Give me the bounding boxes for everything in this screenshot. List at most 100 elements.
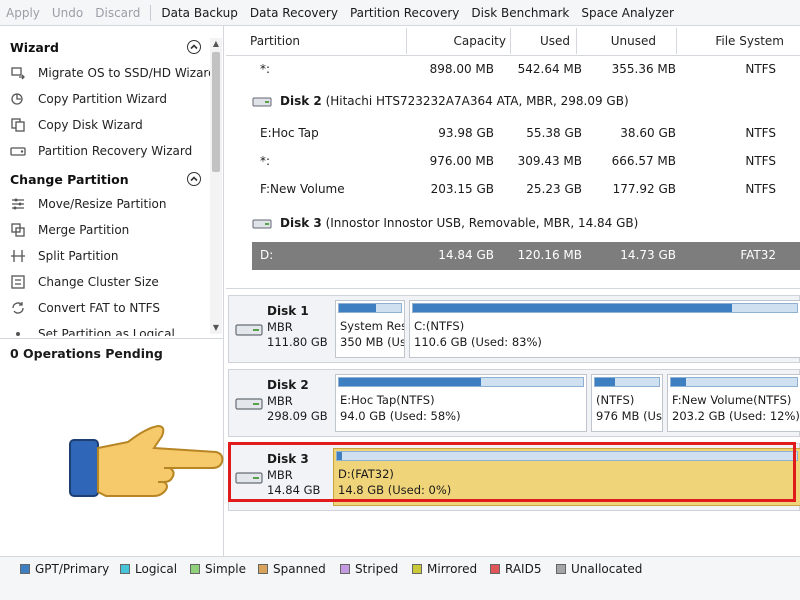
partition-usage: 14.8 GB (Used: 0%) — [338, 483, 452, 497]
table-row[interactable]: *: 976.00 MB 309.43 MB 666.57 MB NTFS — [226, 148, 800, 176]
usage-fill — [671, 378, 687, 386]
sidebar-scroll-thumb[interactable] — [212, 52, 220, 172]
sidebar-item-change-cluster[interactable]: Change Cluster Size — [10, 272, 159, 292]
partition-block[interactable]: E:Hoc Tap(NTFS) 94.0 GB (Used: 58%) — [335, 374, 587, 432]
sidebar-item-copy-disk[interactable]: Copy Disk Wizard — [10, 115, 143, 135]
copy-disk-icon — [10, 117, 26, 133]
disk-benchmark-button[interactable]: Disk Benchmark — [465, 6, 575, 20]
disk-size: 298.09 GB — [267, 409, 328, 423]
partition-block[interactable]: D:(FAT32) 14.8 GB (Used: 0%) — [333, 448, 800, 506]
legend-label: Mirrored — [427, 562, 478, 576]
cell-partition: *: — [260, 154, 271, 168]
sidebar-item-convert-fat[interactable]: Convert FAT to NTFS — [10, 298, 160, 318]
legend-label: Spanned — [273, 562, 326, 576]
data-backup-button[interactable]: Data Backup — [155, 6, 243, 20]
partition-label: System Rese — [340, 319, 404, 333]
partition-usage: 203.2 GB (Used: 12%) — [672, 409, 800, 423]
sidebar-item-label: Partition Recovery Wizard — [38, 144, 193, 158]
usage-bar — [594, 377, 660, 387]
table-row[interactable]: *: 898.00 MB 542.64 MB 355.36 MB NTFS — [226, 56, 800, 84]
scroll-down-icon[interactable]: ▼ — [212, 324, 220, 332]
sidebar-actions: Wizard Migrate OS to SSD/HD Wizard Copy … — [0, 26, 223, 336]
column-separator — [510, 28, 511, 54]
cell-unused: 666.57 MB — [611, 154, 676, 168]
table-row[interactable]: D: 14.84 GB 120.16 MB 14.73 GB FAT32 — [252, 242, 800, 270]
disk-info: Disk 1 MBR 111.80 GB — [229, 296, 333, 362]
sidebar-item-move-resize[interactable]: Move/Resize Partition — [10, 194, 167, 214]
sidebar-item-split[interactable]: Split Partition — [10, 246, 118, 266]
cell-capacity: 898.00 MB — [429, 62, 494, 76]
column-partition[interactable]: Partition — [250, 34, 300, 48]
sidebar-item-label: Copy Partition Wizard — [38, 92, 168, 106]
column-used[interactable]: Used — [514, 34, 570, 48]
sidebar-item-label: Set Partition as Logical — [38, 327, 175, 336]
disk-label: Disk 2 (Hitachi HTS723232A7A364 ATA, MBR… — [280, 94, 629, 108]
disk-name: Disk 3 — [267, 452, 309, 466]
discard-button[interactable]: Discard — [89, 6, 146, 20]
disk-card-1[interactable]: Disk 1 MBR111.80 GB System Rese 350 MB (Use… — [228, 295, 800, 363]
scroll-up-icon[interactable]: ▲ — [212, 40, 220, 48]
cell-capacity: 93.98 GB — [438, 126, 494, 140]
disk-size: 111.80 GB — [267, 335, 328, 349]
sidebar-item-merge[interactable]: Merge Partition — [10, 220, 129, 240]
partition-block[interactable]: (NTFS) 976 MB (Use — [591, 374, 663, 432]
sidebar-item-set-logical[interactable]: Set Partition as Logical — [10, 324, 175, 336]
partition-block[interactable]: F:New Volume(NTFS) 203.2 GB (Used: 12%) — [667, 374, 800, 432]
legend-label: RAID5 — [505, 562, 542, 576]
partition-table: Partition Capacity Used Unused File Syst… — [226, 26, 800, 274]
table-row[interactable]: F:New Volume 203.15 GB 25.23 GB 177.92 GB NT… — [226, 176, 800, 204]
sidebar-item-migrate-os[interactable]: Migrate OS to SSD/HD Wizard — [10, 63, 216, 83]
legend-item: GPT/Primary — [20, 562, 109, 576]
partition-usage: 110.6 GB (Used: 83%) — [414, 335, 542, 349]
cell-partition: F:New Volume — [260, 182, 345, 196]
legend-swatch — [20, 564, 30, 574]
logical-icon — [10, 326, 26, 336]
legend-swatch — [258, 564, 268, 574]
cell-fs: NTFS — [745, 154, 776, 168]
legend-label: GPT/Primary — [35, 562, 110, 576]
partition-label: F:New Volume(NTFS) — [672, 393, 792, 407]
toolbar-separator — [150, 4, 152, 21]
disk-type: MBR — [267, 394, 293, 408]
partition-recovery-button[interactable]: Partition Recovery — [344, 6, 465, 20]
hard-disk-icon — [235, 470, 263, 489]
legend-label: Striped — [355, 562, 399, 576]
space-analyzer-button[interactable]: Space Analyzer — [575, 6, 680, 20]
disk-label: Disk 3 (Innostor Innostor USB, Removable… — [280, 216, 638, 230]
sidebar-item-label: Copy Disk Wizard — [38, 118, 143, 132]
sidebar-item-partition-recovery[interactable]: Partition Recovery Wizard — [10, 141, 192, 161]
disk-card-2[interactable]: Disk 2 MBR 298.09 GB E:Hoc Tap(NTFS) 94.0 GB… — [228, 369, 800, 437]
column-separator — [406, 28, 407, 54]
sidebar-scrollbar[interactable]: ▲ ▼ — [210, 38, 222, 334]
collapse-wizard-icon[interactable] — [187, 40, 201, 54]
data-recovery-button[interactable]: Data Recovery — [244, 6, 344, 20]
column-capacity[interactable]: Capacity — [410, 34, 506, 48]
disk-header-row[interactable]: Disk 2 (Hitachi HTS723232A7A364 ATA, MBR… — [226, 88, 800, 116]
cell-used: 25.23 GB — [526, 182, 582, 196]
sidebar-item-copy-partition[interactable]: Copy Partition Wizard — [10, 89, 167, 109]
cell-capacity: 976.00 MB — [429, 154, 494, 168]
toolbar: Apply Undo Discard Data Backup Data Reco… — [0, 0, 800, 26]
table-row[interactable]: E:Hoc Tap 93.98 GB 55.38 GB 38.60 GB NTFS — [226, 120, 800, 148]
legend-item: Spanned — [258, 562, 326, 576]
column-file-system[interactable]: File System — [680, 34, 784, 48]
sidebar-item-label: Split Partition — [38, 249, 119, 263]
usage-fill — [337, 452, 342, 460]
disk-type: MBR — [267, 320, 293, 334]
column-separator — [576, 28, 577, 54]
partition-block[interactable]: System Rese 350 MB (Use — [335, 300, 405, 358]
usage-fill — [339, 378, 481, 386]
hard-disk-icon — [252, 96, 272, 111]
undo-button[interactable]: Undo — [46, 6, 89, 20]
hard-disk-icon — [235, 322, 263, 341]
cell-used: 55.38 GB — [526, 126, 582, 140]
legend-item: RAID5 — [490, 562, 541, 576]
collapse-change-partition-icon[interactable] — [187, 172, 201, 186]
apply-button[interactable]: Apply — [0, 6, 46, 20]
convert-icon — [10, 300, 26, 316]
disk-card-3[interactable]: Disk 3 MBR 14.84 GB D:(FAT32) 14.8 GB (Used:… — [228, 443, 800, 511]
disk-header-row[interactable]: Disk 3 (Innostor Innostor USB, Removable… — [226, 210, 800, 238]
copy-partition-icon — [10, 91, 26, 107]
column-unused[interactable]: Unused — [580, 34, 656, 48]
partition-block[interactable]: C:(NTFS) 110.6 GB (Used: 83%) — [409, 300, 800, 358]
